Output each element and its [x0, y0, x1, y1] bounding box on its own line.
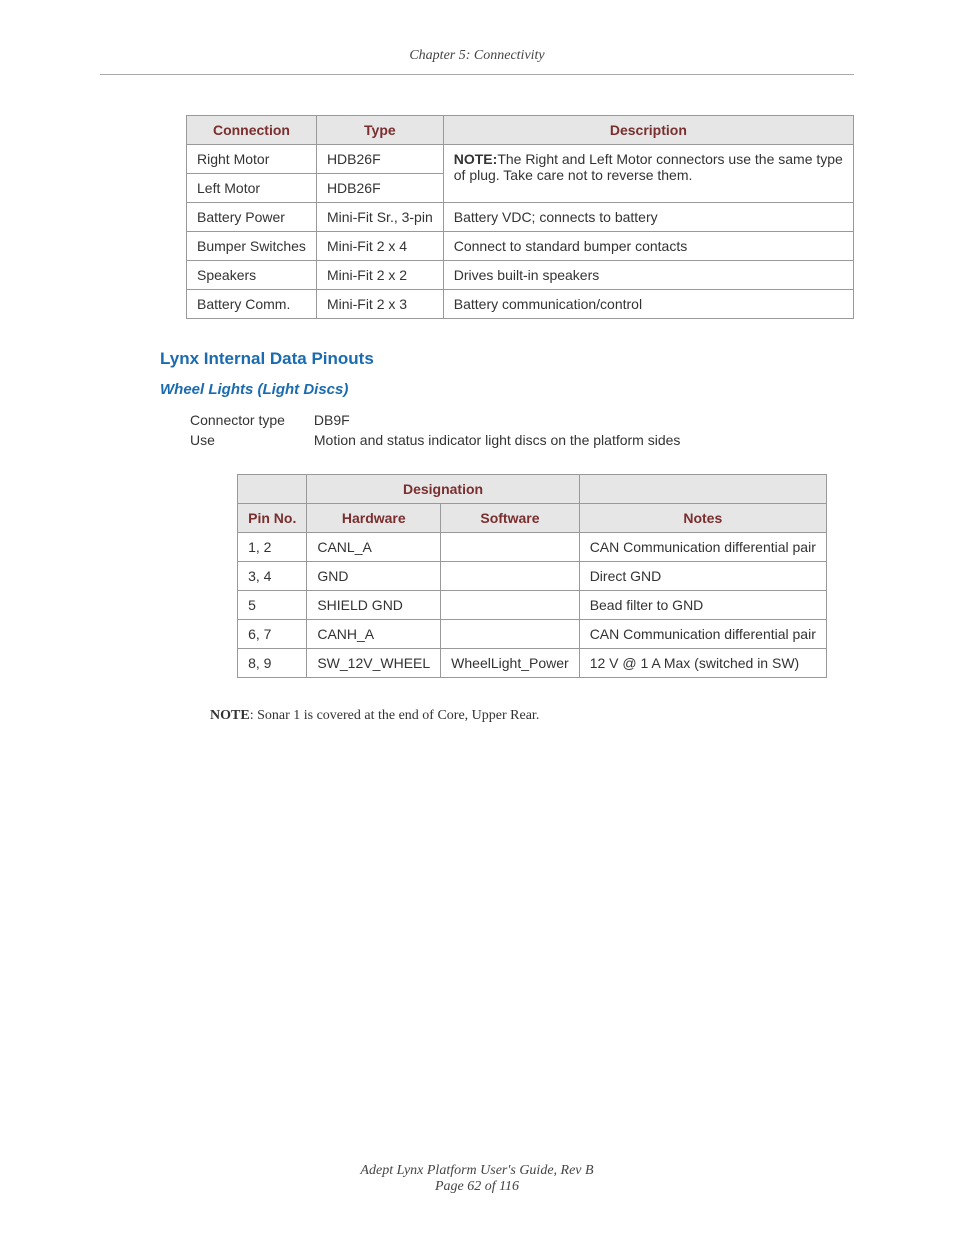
th-type: Type: [316, 116, 443, 145]
table-row: Speakers Mini-Fit 2 x 2 Drives built-in …: [187, 261, 854, 290]
cell-hardware: SW_12V_WHEEL: [307, 649, 441, 678]
table-row: Battery Power Mini-Fit Sr., 3-pin Batter…: [187, 203, 854, 232]
cell-connection: Bumper Switches: [187, 232, 317, 261]
cell-type: Mini-Fit 2 x 3: [316, 290, 443, 319]
cell-pin: 6, 7: [238, 620, 307, 649]
cell-description: Drives built-in speakers: [443, 261, 853, 290]
th-notes: Notes: [579, 504, 826, 533]
cell-type: Mini-Fit 2 x 2: [316, 261, 443, 290]
table-row: Right Motor HDB26F NOTE:The Right and Le…: [187, 145, 854, 174]
table-row: 5 SHIELD GND Bead filter to GND: [238, 591, 827, 620]
kv-value: DB9F: [314, 412, 350, 428]
cell-notes: CAN Communication differential pair: [579, 620, 826, 649]
kv-key: Connector type: [190, 412, 310, 428]
table-row: Bumper Switches Mini-Fit 2 x 4 Connect t…: [187, 232, 854, 261]
th-connection: Connection: [187, 116, 317, 145]
kv-key: Use: [190, 432, 310, 448]
cell-software: WheelLight_Power: [441, 649, 580, 678]
cell-type: HDB26F: [316, 145, 443, 174]
footer-title: Adept Lynx Platform User's Guide, Rev B: [0, 1163, 954, 1179]
note-rest: : Sonar 1 is covered at the end of Core,…: [250, 708, 540, 723]
cell-connection: Left Motor: [187, 174, 317, 203]
cell-type: Mini-Fit Sr., 3-pin: [316, 203, 443, 232]
th-blank: [238, 475, 307, 504]
kv-row: Use Motion and status indicator light di…: [190, 432, 854, 448]
cell-software: [441, 533, 580, 562]
cell-pin: 3, 4: [238, 562, 307, 591]
cell-description: Battery communication/control: [443, 290, 853, 319]
note-bold: NOTE:: [454, 151, 498, 167]
cell-connection: Battery Comm.: [187, 290, 317, 319]
cell-connection: Speakers: [187, 261, 317, 290]
cell-software: [441, 620, 580, 649]
cell-type: Mini-Fit 2 x 4: [316, 232, 443, 261]
cell-notes: Direct GND: [579, 562, 826, 591]
note-line: NOTE: Sonar 1 is covered at the end of C…: [210, 708, 854, 724]
cell-notes: Bead filter to GND: [579, 591, 826, 620]
cell-software: [441, 562, 580, 591]
footer-page: Page 62 of 116: [0, 1179, 954, 1195]
table-row: 6, 7 CANH_A CAN Communication differenti…: [238, 620, 827, 649]
cell-description-merged: NOTE:The Right and Left Motor connectors…: [443, 145, 853, 203]
cell-hardware: GND: [307, 562, 441, 591]
note-bold: NOTE: [210, 708, 250, 723]
chapter-header: Chapter 5: Connectivity: [100, 48, 854, 75]
table-row: 1, 2 CANL_A CAN Communication differenti…: [238, 533, 827, 562]
cell-description: Connect to standard bumper contacts: [443, 232, 853, 261]
cell-hardware: SHIELD GND: [307, 591, 441, 620]
page-footer: Adept Lynx Platform User's Guide, Rev B …: [0, 1163, 954, 1195]
cell-pin: 8, 9: [238, 649, 307, 678]
cell-notes: 12 V @ 1 A Max (switched in SW): [579, 649, 826, 678]
table-row: 3, 4 GND Direct GND: [238, 562, 827, 591]
kv-row: Connector type DB9F: [190, 412, 854, 428]
th-blank: [579, 475, 826, 504]
cell-connection: Right Motor: [187, 145, 317, 174]
th-pin: Pin No.: [238, 504, 307, 533]
th-software: Software: [441, 504, 580, 533]
cell-type: HDB26F: [316, 174, 443, 203]
cell-connection: Battery Power: [187, 203, 317, 232]
th-hardware: Hardware: [307, 504, 441, 533]
cell-hardware: CANH_A: [307, 620, 441, 649]
section-heading: Lynx Internal Data Pinouts: [160, 349, 854, 369]
pinout-table: Designation Pin No. Hardware Software No…: [237, 474, 827, 678]
cell-pin: 1, 2: [238, 533, 307, 562]
table-row: 8, 9 SW_12V_WHEEL WheelLight_Power 12 V …: [238, 649, 827, 678]
connections-table: Connection Type Description Right Motor …: [186, 115, 854, 319]
cell-software: [441, 591, 580, 620]
note-rest: The Right and Left Motor connectors use …: [454, 151, 843, 183]
cell-description: Battery VDC; connects to battery: [443, 203, 853, 232]
table-row: Battery Comm. Mini-Fit 2 x 3 Battery com…: [187, 290, 854, 319]
th-designation: Designation: [307, 475, 579, 504]
th-description: Description: [443, 116, 853, 145]
subsection-heading: Wheel Lights (Light Discs): [160, 381, 854, 398]
kv-value: Motion and status indicator light discs …: [314, 432, 681, 448]
cell-hardware: CANL_A: [307, 533, 441, 562]
cell-pin: 5: [238, 591, 307, 620]
cell-notes: CAN Communication differential pair: [579, 533, 826, 562]
